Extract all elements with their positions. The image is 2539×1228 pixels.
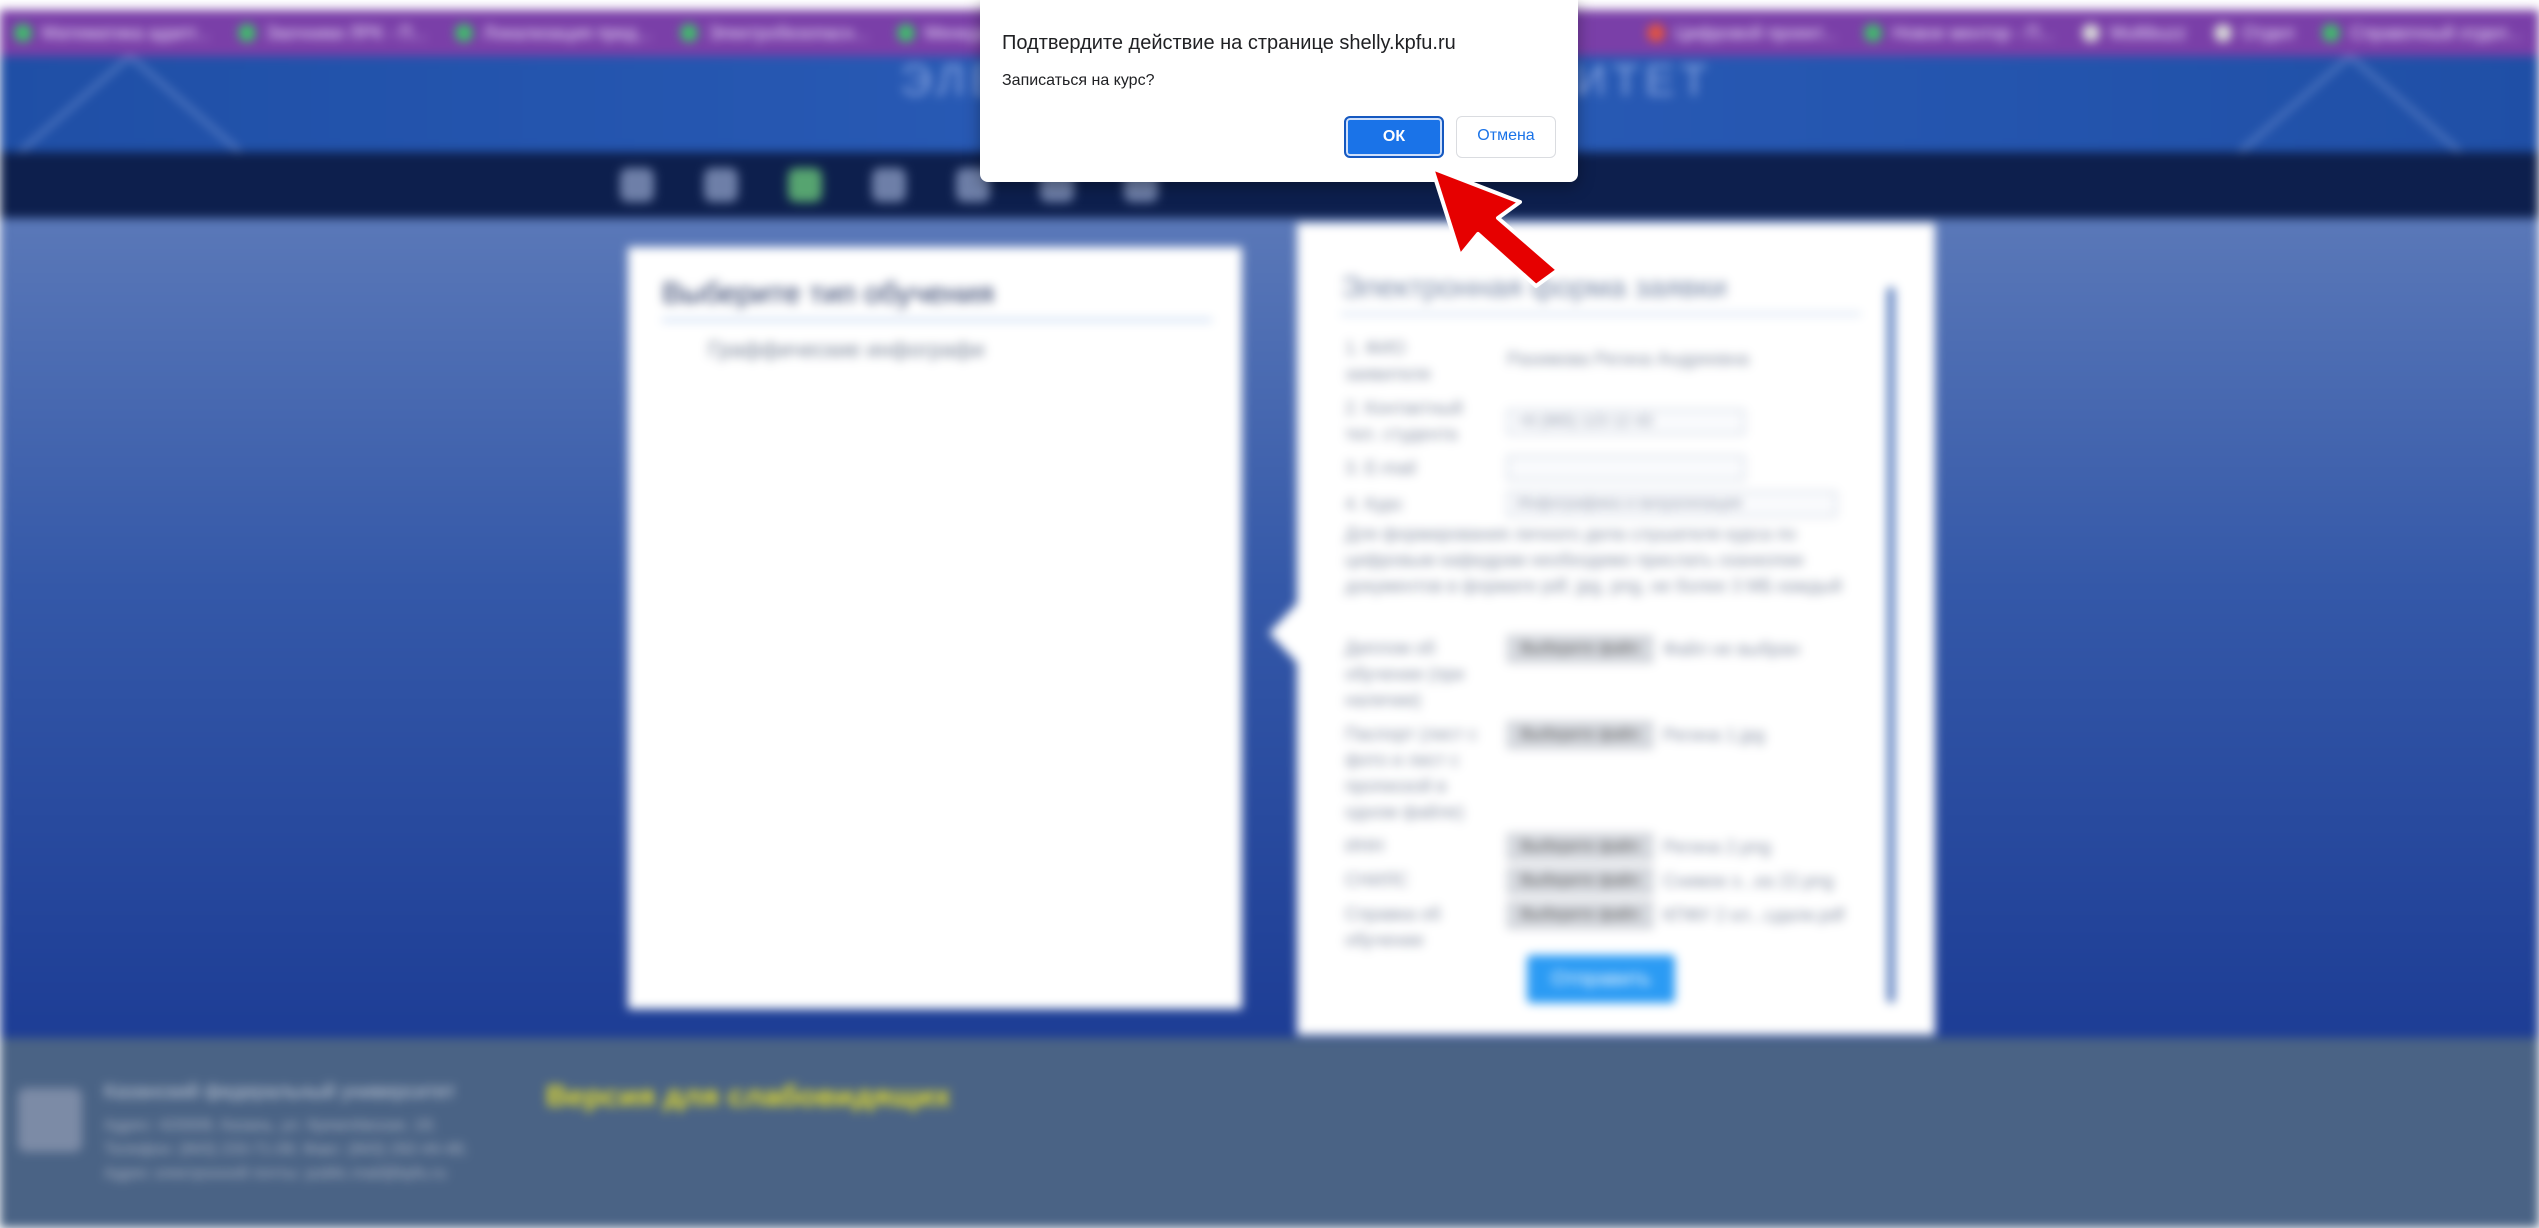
site-footer: Казанский федеральный университет Адрес:… — [0, 1038, 2539, 1228]
submit-button[interactable]: Отправить — [1527, 955, 1675, 1003]
bookmark-label: Математика адапт... — [42, 22, 210, 43]
bookmark-item[interactable]: Локализация пред... — [455, 23, 652, 44]
file-field-label: Справка об обучении — [1345, 904, 1441, 950]
dialog-message: Записаться на курс? — [1002, 72, 1155, 89]
dialog-title: Подтвердите действие на странице shelly.… — [1002, 32, 1456, 54]
footer-org-name: Казанский федеральный университет — [104, 1081, 456, 1103]
back-icon[interactable] — [620, 168, 654, 202]
panel-pointer — [1269, 603, 1297, 663]
bookmark-item[interactable]: Справочный отдел... — [2322, 23, 2522, 44]
course-type-panel: Выберите тип обучения Граффические инфог… — [628, 247, 1242, 1009]
bookmark-label: Цифровой проект... — [1674, 22, 1837, 43]
bookmark-label: Заочники ЛРК - П... — [265, 22, 428, 43]
ok-button[interactable]: ОК — [1344, 116, 1444, 158]
favicon-icon — [2214, 24, 2233, 42]
panel-heading: Выберите тип обучения — [662, 277, 1212, 321]
application-form-panel: Электронная форма заявки 1. ФИО заявител… — [1269, 223, 1935, 1035]
bookmark-label: Справочный отдел... — [2350, 22, 2523, 43]
cancel-button[interactable]: Отмена — [1456, 116, 1556, 158]
settings-icon[interactable] — [872, 168, 906, 202]
upload-instructions: Для формирования личного дела слушателя … — [1345, 524, 1842, 596]
bookmark-label: Отдел — [2242, 22, 2295, 43]
bookmark-label: Электробезопасн... — [707, 22, 869, 43]
favicon-icon — [237, 24, 256, 42]
confirm-dialog: Подтвердите действие на странице shelly.… — [980, 0, 1578, 182]
bookmark-label: Новое ментор - П... — [1892, 22, 2055, 43]
choose-file-button[interactable]: Выберите файл — [1507, 833, 1653, 861]
favicon-icon — [2322, 24, 2341, 42]
bookmark-item[interactable]: Электробезопасн... — [679, 22, 869, 44]
chosen-file-name: Файл не выбран — [1663, 639, 1800, 659]
bookmark-item[interactable]: Математика адапт... — [14, 23, 210, 44]
accessibility-link[interactable]: Версия для слабовидящих — [546, 1080, 951, 1114]
chosen-file-name: Снимок э...ка 22.png — [1663, 871, 1834, 891]
chosen-file-name: Регина 2.png — [1663, 837, 1771, 857]
field-label: 1. ФИО заявителя — [1345, 338, 1431, 384]
red-arrow-icon — [1430, 166, 1560, 288]
chosen-file-name: КПФУ 2 кл...сдали.pdf — [1663, 905, 1845, 925]
file-field-label: ИНН — [1345, 836, 1384, 856]
form-heading: Электронная форма заявки — [1341, 271, 1861, 315]
favicon-icon — [14, 24, 32, 42]
favicon-icon — [455, 24, 474, 42]
favicon-icon — [679, 24, 698, 42]
choose-file-button[interactable]: Выберите файл — [1507, 635, 1653, 663]
field-label: 2. Контактный тел. студента — [1345, 398, 1463, 444]
field-label: 4. Курс — [1345, 494, 1404, 514]
favicon-icon — [896, 24, 915, 42]
university-logo-icon — [18, 1088, 82, 1152]
bookmark-item[interactable]: Новое ментор - П... — [1864, 23, 2054, 44]
choose-file-button[interactable]: Выберите файл — [1507, 721, 1653, 749]
choose-file-button[interactable]: Выберите файл — [1507, 867, 1653, 895]
bookmark-label: Multibuzz — [2110, 22, 2187, 43]
banner-decoration-icon — [19, 56, 241, 152]
scrollbar[interactable] — [1887, 287, 1895, 1003]
footer-contacts: Адрес: 420008, Казань, ул. Кремлёвская, … — [104, 1117, 468, 1182]
course-type-link[interactable]: Граффические инфографи — [708, 337, 984, 363]
email-field[interactable] — [1507, 455, 1745, 481]
favicon-icon — [1864, 24, 1883, 42]
messages-icon[interactable] — [788, 168, 822, 202]
bookmark-item[interactable]: Multibuzz — [2082, 23, 2186, 44]
banner-decoration-icon — [2239, 56, 2461, 152]
favicon-icon — [2082, 24, 2101, 42]
blurred-background-page: Математика адапт... Заочники ЛРК - П... … — [0, 0, 2539, 1228]
field-label: 3. E-mail — [1345, 458, 1417, 478]
file-field-label: СНИЛС — [1345, 870, 1409, 890]
file-field-label: Паспорт (лист с фото и лист с пропиской … — [1345, 724, 1478, 822]
phone-field[interactable]: +8 (965) 123 12 43 — [1507, 409, 1745, 435]
bookmark-item[interactable]: Заочники ЛРК - П... — [237, 22, 428, 44]
bookmark-item[interactable]: Цифровой проект... — [1646, 22, 1837, 44]
favicon-icon — [1646, 24, 1665, 42]
file-field-label: Диплом об обучении (при наличии) — [1345, 638, 1465, 710]
bookmark-label: Локализация пред... — [483, 22, 652, 43]
field-value: Рахимова Регина Андреевна — [1507, 349, 1750, 369]
course-select[interactable]: Инфографика и визуализация — [1507, 491, 1837, 517]
chosen-file-name: Регина 1.jpg — [1663, 725, 1765, 745]
user-icon[interactable] — [704, 168, 738, 202]
choose-file-button[interactable]: Выберите файл — [1507, 901, 1653, 929]
bookmark-item[interactable]: Отдел — [2214, 23, 2294, 44]
